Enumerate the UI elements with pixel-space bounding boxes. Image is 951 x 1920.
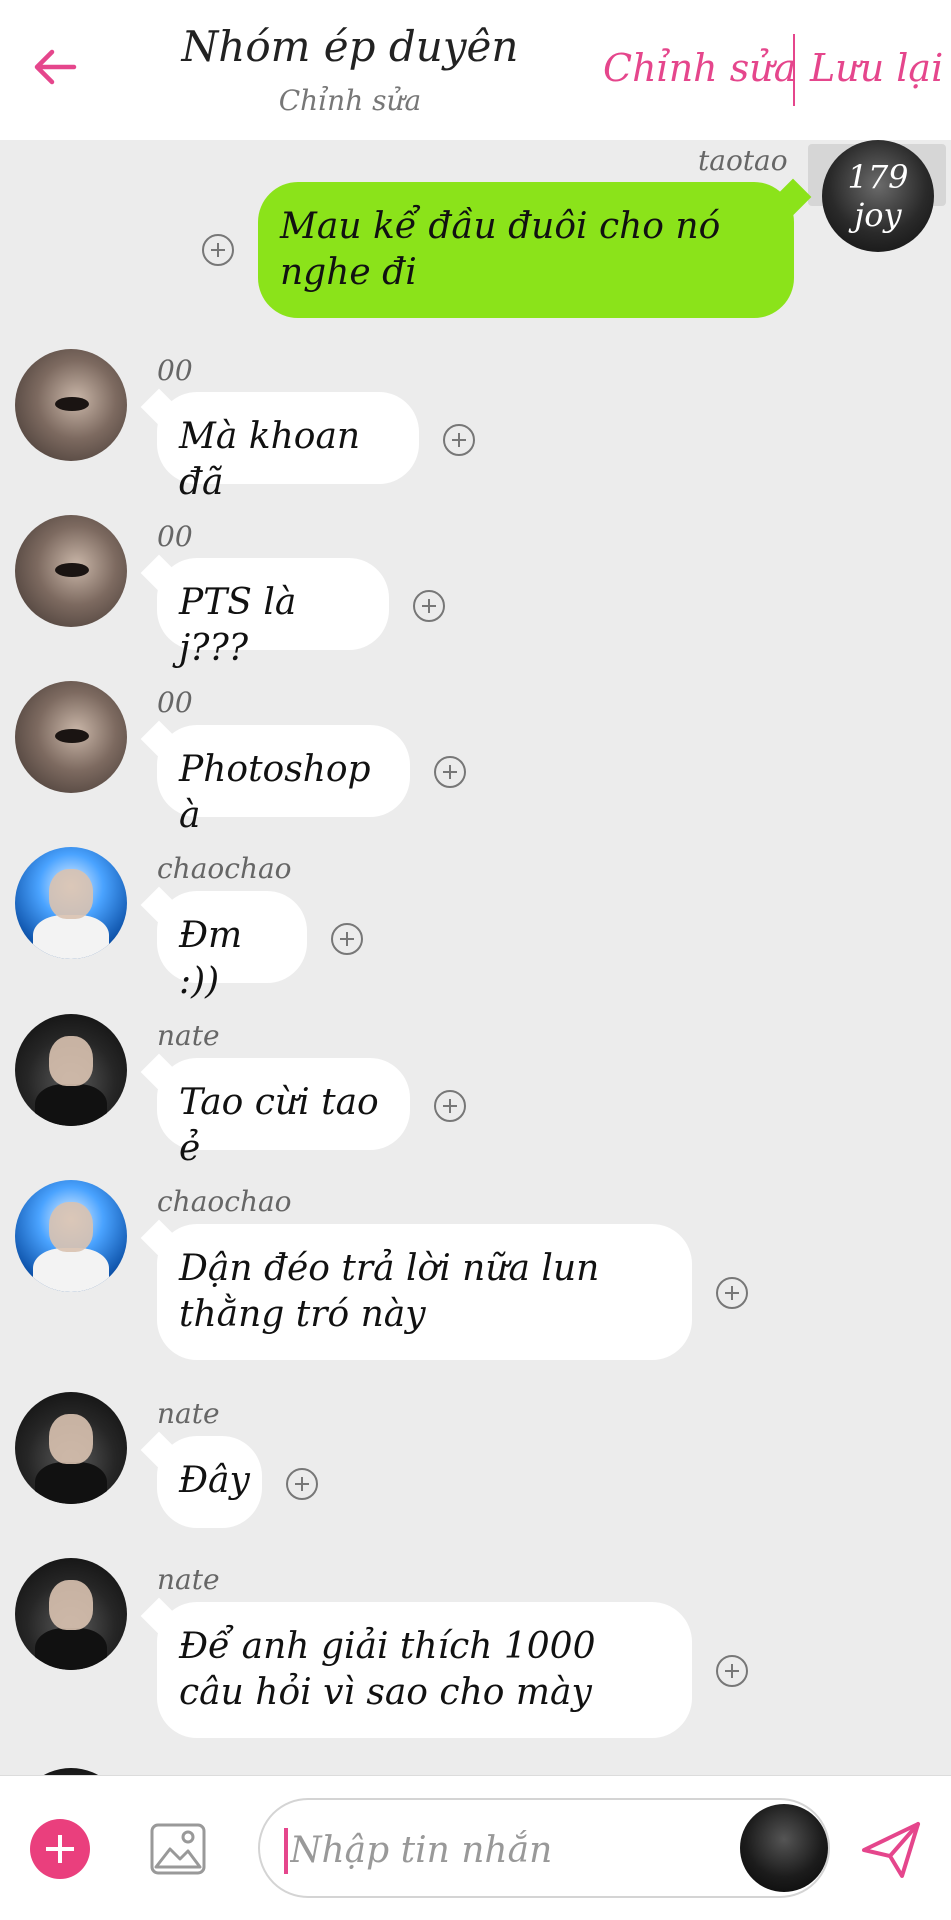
message-bubble[interactable]: Mà khoan đã — [157, 392, 419, 503]
edit-button[interactable]: Chỉnh sửa — [603, 46, 796, 90]
sender-name: nate — [157, 1397, 220, 1430]
back-arrow-icon[interactable] — [30, 42, 80, 92]
sender-name: chaochao — [157, 852, 292, 885]
sender-name: nate — [157, 1019, 220, 1052]
message-composer — [0, 1775, 951, 1920]
text-caret — [284, 1828, 288, 1874]
avatar[interactable] — [15, 1392, 127, 1504]
composer-avatar[interactable] — [740, 1804, 828, 1892]
add-reaction-icon[interactable] — [413, 590, 445, 622]
image-icon[interactable] — [148, 1819, 208, 1879]
message-bubble-mine[interactable]: Mau kể đầu đuôi cho nó nghe đi — [258, 182, 794, 318]
avatar[interactable] — [15, 681, 127, 793]
sender-name: 00 — [157, 686, 193, 719]
avatar[interactable] — [15, 1768, 127, 1775]
sender-name: 00 — [157, 520, 193, 553]
message-bubble[interactable]: Photoshop à — [157, 725, 410, 836]
message-bubble[interactable]: Đây — [157, 1436, 262, 1528]
sender-name: 00 — [157, 354, 193, 387]
avatar[interactable] — [15, 1180, 127, 1292]
message-bubble[interactable]: PTS là j??? — [157, 558, 389, 669]
avatar[interactable] — [15, 349, 127, 461]
avatar-label: 179 joy — [847, 158, 909, 234]
sender-name: nate — [157, 1563, 220, 1596]
add-reaction-icon[interactable] — [716, 1655, 748, 1687]
group-subtitle: Chỉnh sửa — [278, 84, 422, 117]
my-avatar[interactable]: 179 joy — [822, 140, 934, 252]
avatar[interactable] — [15, 515, 127, 627]
add-reaction-icon[interactable] — [434, 1090, 466, 1122]
message-bubble[interactable]: Để anh giải thích 1000 câu hỏi vì sao ch… — [157, 1602, 692, 1738]
add-reaction-icon[interactable] — [434, 756, 466, 788]
avatar[interactable] — [15, 847, 127, 959]
message-input-box[interactable] — [258, 1798, 830, 1898]
add-reaction-icon[interactable] — [716, 1277, 748, 1309]
avatar[interactable] — [15, 1558, 127, 1670]
chat-header: Nhóm ép duyên Chỉnh sửa Chỉnh sửa Lưu lạ… — [0, 0, 951, 140]
group-title: Nhóm ép duyên — [181, 22, 519, 71]
message-bubble[interactable]: Dận đéo trả lời nữa lun thằng tró này — [157, 1224, 692, 1360]
add-reaction-icon[interactable] — [331, 923, 363, 955]
message-bubble[interactable]: Tao cừi tao ẻ — [157, 1058, 410, 1169]
avatar[interactable] — [15, 1014, 127, 1126]
message-input[interactable] — [290, 1822, 710, 1878]
send-icon[interactable] — [858, 1816, 924, 1882]
add-reaction-icon[interactable] — [202, 234, 234, 266]
message-bubble[interactable]: Đm :)) — [157, 891, 307, 1002]
sender-name: taotao — [698, 144, 788, 177]
message-list[interactable]: 179 joy taotao Mau kể đầu đuôi cho nó ng… — [0, 140, 951, 1775]
add-reaction-icon[interactable] — [443, 424, 475, 456]
header-divider — [793, 34, 795, 106]
save-button[interactable]: Lưu lại — [810, 46, 943, 90]
add-reaction-icon[interactable] — [286, 1468, 318, 1500]
sender-name: chaochao — [157, 1185, 292, 1218]
plus-circle-icon[interactable] — [30, 1819, 90, 1879]
